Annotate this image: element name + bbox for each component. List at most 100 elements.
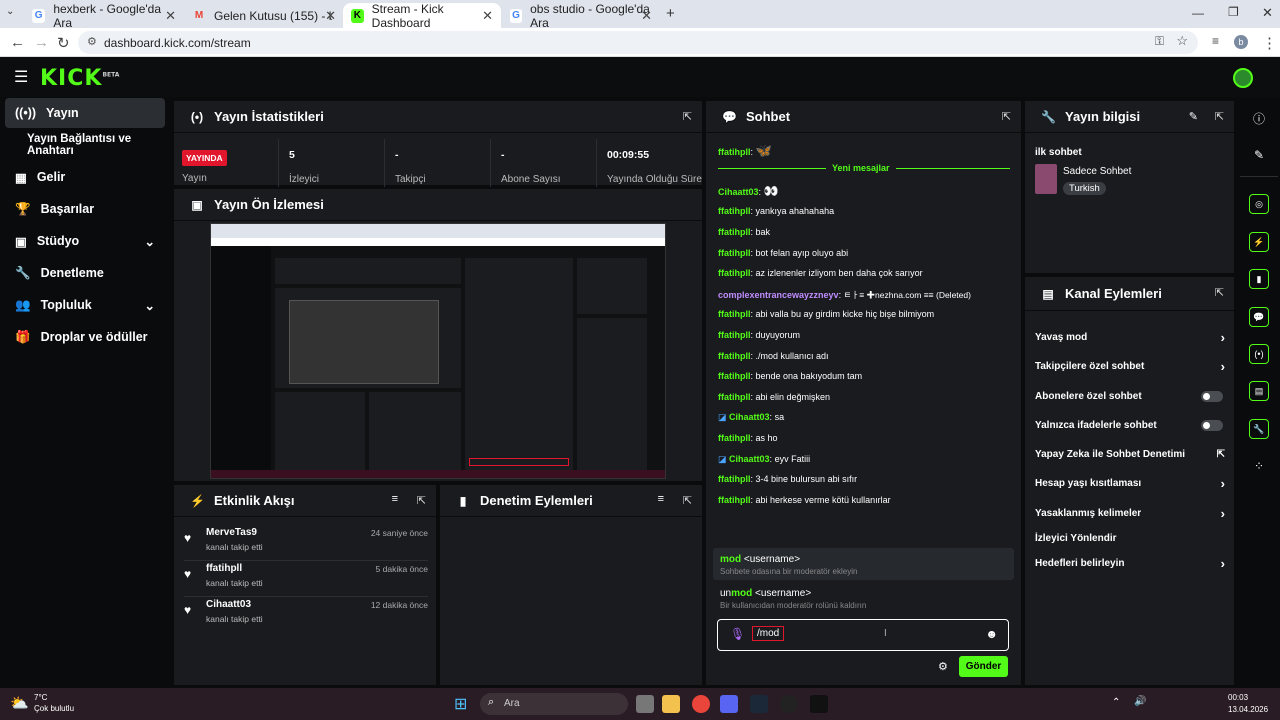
action-followers-only[interactable]: Takipçilere özel sohbet ›	[1035, 355, 1225, 377]
chat-username[interactable]: ffatihpll	[718, 474, 751, 484]
preview-video[interactable]	[210, 223, 666, 479]
chat-username[interactable]: ffatihpll	[718, 495, 751, 505]
activity-username[interactable]: ffatihpll	[206, 563, 242, 574]
chat-username[interactable]: ffatihpll	[718, 147, 751, 157]
sidebar-item-denetleme[interactable]: 🔧 Denetleme	[5, 258, 165, 288]
filter-icon[interactable]: ≡	[658, 493, 664, 505]
rail-stats-icon[interactable]: ◎	[1240, 190, 1278, 218]
bookmark-star-icon[interactable]: ☆	[1176, 33, 1188, 49]
chat-username[interactable]: ffatihpll	[718, 268, 751, 278]
user-avatar[interactable]	[1233, 68, 1253, 88]
rail-wrench-icon[interactable]: 🔧	[1240, 415, 1278, 443]
emoji-icon[interactable]: ☻	[985, 627, 998, 641]
action-account-age[interactable]: Hesap yaşı kısıtlaması ›	[1035, 472, 1225, 494]
close-tab-icon[interactable]: ✕	[641, 8, 652, 24]
action-slow-mode[interactable]: Yavaş mod ›	[1035, 326, 1225, 348]
chat-username[interactable]: ffatihpll	[718, 248, 751, 258]
rail-broadcast-icon[interactable]: (•)	[1240, 340, 1278, 368]
rail-activity-icon[interactable]: ⚡	[1240, 228, 1278, 256]
task-view-icon[interactable]	[636, 695, 654, 713]
subscribers-only-toggle[interactable]	[1201, 390, 1223, 402]
rail-chat-icon[interactable]: 💬	[1240, 303, 1278, 331]
edit-layout-icon[interactable]: ✎	[1240, 141, 1278, 169]
site-info-icon[interactable]: ⚙	[87, 35, 97, 48]
action-goals[interactable]: Hedefleri belirleyin ›	[1035, 552, 1225, 574]
taskbar-search[interactable]: ⌕ Ara	[480, 693, 628, 715]
action-banned-words[interactable]: Yasaklanmış kelimeler ›	[1035, 502, 1225, 524]
command-suggestion-unmod[interactable]: unmod <username> Bir kullanıcıdan modera…	[713, 582, 1014, 614]
browser-tab-active[interactable]: K Stream - Kick Dashboard ✕	[343, 2, 501, 30]
chat-username[interactable]: ffatihpll	[718, 433, 751, 443]
popout-icon[interactable]: ⇱	[683, 110, 692, 123]
popout-icon[interactable]: ⇱	[1002, 110, 1011, 123]
tray-volume-icon[interactable]: 🔊	[1134, 696, 1146, 707]
rail-moderation-icon[interactable]: ▮	[1240, 265, 1278, 293]
steam-icon[interactable]	[750, 695, 768, 713]
forward-icon[interactable]: →	[34, 34, 49, 51]
action-host[interactable]: İzleyici Yönlendir	[1035, 527, 1225, 549]
chat-username[interactable]: ffatihpll	[718, 309, 751, 319]
browser-menu-icon[interactable]: ⋮	[1262, 34, 1277, 52]
windows-start-icon[interactable]: ⊞	[454, 694, 467, 714]
sidebar-item-topluluk[interactable]: 👥 Topluluk ⌄	[5, 290, 165, 320]
file-explorer-icon[interactable]	[662, 695, 680, 713]
chat-username[interactable]: Cihaatt03	[729, 454, 770, 464]
sidebar-item-yayin[interactable]: ((•)) Yayın	[5, 98, 165, 128]
sidebar-item-stream-key[interactable]: Yayın Bağlantısı ve Anahtarı	[5, 130, 165, 160]
edit-pencil-icon[interactable]: ✎	[1189, 110, 1198, 123]
chat-settings-gear-icon[interactable]: ⚙	[938, 660, 948, 673]
chat-username[interactable]: ffatihpll	[718, 227, 751, 237]
popout-icon[interactable]: ⇱	[1215, 286, 1224, 299]
close-window-icon[interactable]: ✕	[1262, 5, 1273, 21]
chat-username[interactable]: Cihaatt03	[718, 187, 759, 197]
browser-tab[interactable]: G hexberk - Google'da Ara ✕	[24, 2, 184, 30]
microphone-icon[interactable]: 🎙	[730, 627, 745, 641]
hamburger-menu-icon[interactable]: ☰	[14, 67, 28, 87]
chat-username[interactable]: Cihaatt03	[729, 412, 770, 422]
popout-icon[interactable]: ⇱	[1215, 110, 1224, 123]
teams-icon[interactable]	[720, 695, 738, 713]
chat-input[interactable]: 🎙 /mod I ☻	[717, 619, 1009, 651]
tab-search-icon[interactable]: ⌄	[6, 6, 14, 17]
activity-username[interactable]: Cihaatt03	[206, 599, 251, 610]
chat-username[interactable]: ffatihpll	[718, 392, 751, 402]
chat-username[interactable]: ffatihpll	[718, 206, 751, 216]
command-suggestion-mod[interactable]: mod <username> Sohbete odasına bir moder…	[713, 548, 1014, 580]
popout-icon[interactable]: ⇱	[417, 494, 426, 507]
close-tab-icon[interactable]: ✕	[165, 8, 176, 24]
reload-icon[interactable]: ↻	[57, 34, 70, 52]
stream-category[interactable]: Sadece Sohbet	[1063, 166, 1131, 177]
terminal-icon[interactable]	[810, 695, 828, 713]
chat-username[interactable]: ffatihpll	[718, 351, 751, 361]
send-button[interactable]: Gönder	[959, 656, 1008, 677]
key-icon[interactable]: ⚿	[1155, 34, 1164, 49]
obs-icon[interactable]	[780, 695, 798, 713]
activity-username[interactable]: MerveTas9	[206, 527, 257, 538]
minimize-icon[interactable]: —	[1192, 6, 1204, 20]
chat-input-text[interactable]: /mod	[752, 626, 785, 641]
popout-icon[interactable]: ⇱	[683, 494, 692, 507]
url-field[interactable]: ⚙ dashboard.kick.com/stream ⚿ ☆	[78, 31, 1198, 54]
emotes-only-toggle[interactable]	[1201, 419, 1223, 431]
weather-icon[interactable]: ⛅	[10, 694, 29, 712]
tray-chevron-icon[interactable]: ⌃	[1112, 697, 1120, 708]
action-ai-moderation[interactable]: Yapay Zeka ile Sohbet Denetimi ⇱	[1035, 443, 1225, 465]
sidebar-item-studyo[interactable]: ▣ Stüdyo ⌄	[5, 226, 165, 256]
back-icon[interactable]: ←	[10, 34, 25, 51]
info-icon[interactable]: ⓘ	[1240, 104, 1278, 132]
rail-more-icon[interactable]: ⁘	[1240, 452, 1278, 480]
browser-tab[interactable]: M Gelen Kutusu (155) - berkdemir ✕	[184, 3, 344, 28]
close-tab-icon[interactable]: ✕	[325, 8, 336, 24]
sidebar-item-droplar[interactable]: 🎁 Droplar ve ödüller	[5, 322, 165, 352]
browser-tab[interactable]: G obs studio - Google'da Ara ✕	[502, 2, 660, 30]
reading-list-icon[interactable]: ≡	[1212, 34, 1219, 48]
chrome-icon[interactable]	[692, 695, 710, 713]
chat-username[interactable]: ffatihpll	[718, 371, 751, 381]
filter-icon[interactable]: ≡	[392, 493, 398, 505]
chat-username[interactable]: complexentrancewayzzneyv	[718, 290, 839, 300]
chat-username[interactable]: ffatihpll	[718, 330, 751, 340]
profile-avatar[interactable]: b	[1234, 35, 1248, 49]
close-tab-icon[interactable]: ✕	[482, 8, 493, 24]
rail-actions-icon[interactable]: ▤	[1240, 377, 1278, 405]
sidebar-item-gelir[interactable]: ▦ Gelir	[5, 162, 165, 192]
